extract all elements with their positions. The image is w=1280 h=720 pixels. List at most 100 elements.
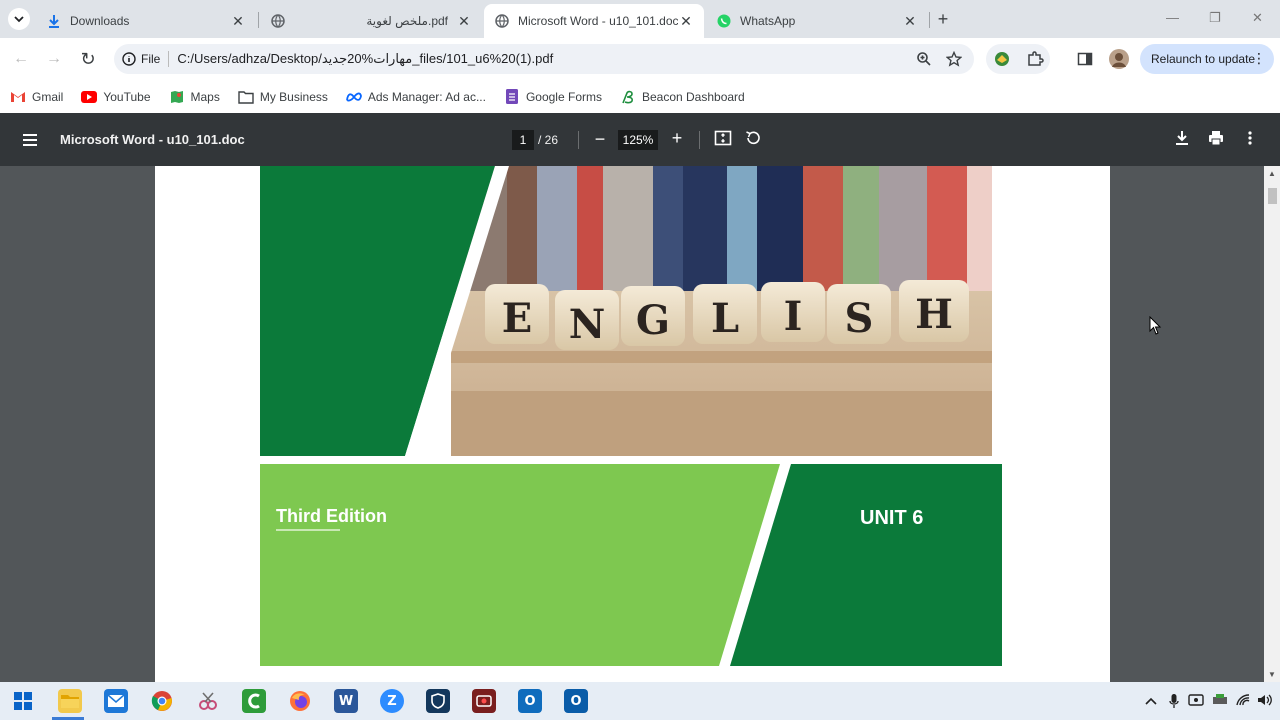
scroll-thumb[interactable]	[1268, 188, 1277, 204]
restore-button[interactable]: ❐	[1209, 10, 1221, 26]
file-explorer-icon[interactable]	[58, 689, 82, 713]
page-total: / 26	[538, 133, 559, 147]
zoom-in-button[interactable]: +	[667, 128, 687, 148]
cover-artwork: E N G L I S H Third Edition UNIT 6	[260, 166, 1010, 666]
tab-search-button[interactable]	[8, 8, 30, 30]
scheme-label: File	[141, 52, 161, 66]
bookmarks-bar: Gmail YouTube Maps My Business Ads Manag…	[0, 80, 1280, 113]
browser-toolbar: ← → ↻ File C:/Users/adhza/Desktop/مهارات…	[0, 38, 1280, 80]
more-options-icon[interactable]	[1241, 129, 1261, 149]
bookmark-ads-manager[interactable]: Ads Manager: Ad ac...	[345, 89, 486, 105]
globe-icon	[270, 13, 286, 29]
beacon-icon	[620, 89, 636, 105]
edition-label: Third Edition	[276, 506, 387, 526]
new-tab-button[interactable]: +	[932, 8, 954, 30]
cube-letter: L	[711, 295, 739, 342]
info-icon[interactable]	[122, 52, 136, 66]
chevron-up-icon[interactable]	[1143, 693, 1159, 709]
minus-icon: −	[594, 129, 606, 149]
microphone-icon[interactable]	[1166, 693, 1182, 709]
youtube-icon	[81, 89, 98, 105]
arrow-left-icon: ←	[13, 50, 29, 67]
arrow-right-icon: →	[46, 50, 62, 67]
star-icon[interactable]	[945, 50, 963, 67]
wifi-icon[interactable]	[1235, 693, 1251, 709]
close-icon[interactable]: ✕	[902, 13, 918, 29]
scroll-up-icon[interactable]: ▲	[1268, 169, 1276, 178]
reload-icon: ↻	[80, 48, 96, 69]
more-menu-icon[interactable]: ⋮	[1252, 50, 1266, 67]
tab-strip: Downloads ✕ ملخص لغوية.pdf ✕ Microsoft W…	[0, 0, 1280, 38]
url-text[interactable]: C:/Users/adhza/Desktop/مهارات%20جديد_fil…	[177, 51, 553, 67]
relaunch-button[interactable]: Relaunch to update ⋮	[1140, 44, 1274, 74]
cube-letter: E	[502, 295, 533, 342]
globe-icon	[494, 13, 510, 29]
bookmark-gmail[interactable]: Gmail	[10, 89, 63, 105]
meta-icon	[345, 89, 362, 105]
bookmark-youtube[interactable]: YouTube	[81, 89, 151, 105]
mouse-cursor-icon	[1149, 316, 1162, 335]
outlook-new-icon[interactable]: O	[518, 689, 542, 713]
green-panel-light	[260, 464, 780, 666]
close-window-button[interactable]: ✕	[1252, 10, 1263, 26]
outlook-icon[interactable]: O	[564, 689, 588, 713]
zoom-level-input[interactable]: 125%	[618, 130, 658, 150]
bookmark-label: My Business	[259, 89, 328, 104]
fit-page-icon[interactable]	[714, 129, 734, 149]
tab-word-pdf[interactable]: Microsoft Word - u10_101.doc ✕	[484, 4, 704, 38]
close-icon[interactable]: ✕	[456, 13, 472, 29]
bookmark-beacon-dashboard[interactable]: Beacon Dashboard	[620, 89, 745, 105]
rotate-icon[interactable]	[744, 129, 764, 149]
hamburger-menu-icon[interactable]	[20, 130, 40, 150]
firefox-icon[interactable]	[288, 689, 312, 713]
side-panel-icon[interactable]	[1077, 51, 1093, 72]
bookmark-my-business[interactable]: My Business	[238, 89, 328, 105]
tab-arabic-pdf[interactable]: ملخص لغوية.pdf ✕	[260, 4, 482, 38]
reload-button[interactable]: ↻	[77, 48, 99, 70]
pdf-scrollbar[interactable]: ▲ ▼	[1264, 166, 1280, 682]
bookmark-google-forms[interactable]: Google Forms	[504, 89, 602, 105]
zoom-icon[interactable]	[916, 51, 932, 67]
bookmark-maps[interactable]: Maps	[169, 89, 220, 105]
forms-icon	[504, 89, 520, 105]
pdf-title: Microsoft Word - u10_101.doc	[60, 132, 245, 147]
network-adapter-icon[interactable]	[1212, 693, 1228, 709]
camtasia-icon[interactable]	[242, 689, 266, 713]
tab-downloads[interactable]: Downloads ✕	[36, 4, 256, 38]
screen-recorder-icon[interactable]	[472, 689, 496, 713]
gmail-icon	[10, 89, 26, 105]
zoom-out-button[interactable]: −	[590, 129, 610, 149]
forward-button[interactable]: →	[43, 48, 65, 70]
tab-whatsapp[interactable]: WhatsApp ✕	[706, 4, 928, 38]
snipping-tool-icon[interactable]	[196, 689, 220, 713]
word-icon[interactable]: W	[334, 689, 358, 713]
avatar[interactable]	[1109, 49, 1129, 74]
zoom-icon[interactable]: Z	[380, 689, 404, 713]
print-icon[interactable]	[1207, 129, 1227, 149]
minimize-button[interactable]: —	[1166, 10, 1179, 25]
volume-icon[interactable]	[1257, 693, 1273, 709]
chrome-icon[interactable]	[150, 689, 174, 713]
tab-title: Downloads	[70, 14, 130, 28]
camera-share-icon[interactable]	[1188, 693, 1204, 709]
scroll-down-icon[interactable]: ▼	[1268, 670, 1276, 679]
plus-icon: +	[671, 128, 683, 148]
close-icon[interactable]: ✕	[678, 13, 694, 29]
back-button[interactable]: ←	[10, 48, 32, 70]
extension-icon[interactable]	[994, 51, 1010, 72]
close-icon[interactable]: ✕	[230, 13, 246, 29]
cube-letter: I	[784, 293, 803, 340]
mail-icon[interactable]	[104, 689, 128, 713]
cube-letter: G	[636, 297, 670, 344]
pdf-canvas[interactable]: E N G L I S H Third Edition UNIT 6	[0, 166, 1280, 682]
cube-letter: N	[569, 301, 606, 348]
address-bar[interactable]: File C:/Users/adhza/Desktop/مهارات%20جدي…	[114, 44, 974, 74]
windows-start-icon[interactable]	[11, 689, 35, 713]
page-number-input[interactable]: 1	[512, 130, 534, 150]
vpn-shield-icon[interactable]	[426, 689, 450, 713]
tab-title: ملخص لغوية.pdf	[366, 14, 448, 28]
tab-title: Microsoft Word - u10_101.doc	[518, 14, 678, 28]
puzzle-icon[interactable]	[1026, 50, 1044, 73]
maps-icon	[169, 89, 185, 105]
download-icon[interactable]	[1173, 129, 1193, 149]
